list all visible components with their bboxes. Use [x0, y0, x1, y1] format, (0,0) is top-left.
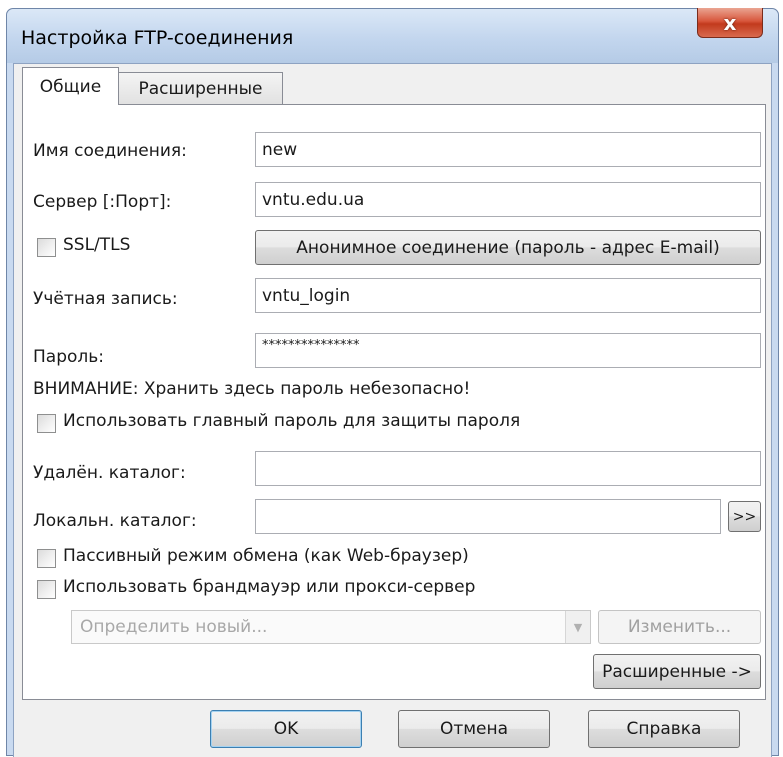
ssl-checkbox[interactable] — [37, 238, 56, 257]
password-input[interactable]: *************** — [255, 333, 761, 368]
server-input[interactable]: vntu.edu.ua — [255, 182, 761, 217]
close-icon: x — [723, 10, 737, 35]
dialog-body: Общие Расширенные Имя соединения: new Се… — [13, 63, 772, 757]
window-title: Настройка FTP-соединения — [21, 27, 294, 49]
proxy-select-value: Определить новый... — [80, 617, 268, 637]
account-label: Учётная запись: — [33, 289, 178, 309]
ftp-settings-dialog: Настройка FTP-соединения x Общие Расшире… — [6, 8, 779, 757]
local-dir-input[interactable] — [255, 499, 721, 534]
local-dir-label: Локальн. каталог: — [33, 511, 197, 531]
tab-general[interactable]: Общие — [22, 67, 119, 105]
chevron-down-icon[interactable]: ▼ — [565, 611, 590, 643]
anonymous-connection-button[interactable]: Анонимное соединение (пароль - адрес E-m… — [255, 230, 761, 265]
passive-mode-checkbox[interactable] — [37, 549, 56, 568]
password-label: Пароль: — [33, 347, 105, 367]
master-password-label: Использовать главный пароль для защиты п… — [63, 411, 521, 431]
general-tab-panel: Имя соединения: new Сервер [:Порт]: vntu… — [22, 104, 766, 700]
firewall-checkbox[interactable] — [37, 580, 56, 599]
help-button[interactable]: Справка — [588, 710, 740, 748]
ok-button[interactable]: OK — [210, 710, 362, 748]
connection-name-label: Имя соединения: — [33, 141, 187, 161]
passive-mode-label: Пассивный режим обмена (как Web-браузер) — [63, 546, 469, 566]
firewall-label: Использовать брандмауэр или прокси-серве… — [63, 577, 476, 597]
server-label: Сервер [:Порт]: — [33, 192, 172, 212]
master-password-checkbox[interactable] — [37, 414, 56, 433]
tab-advanced[interactable]: Расширенные — [118, 72, 283, 105]
proxy-select[interactable]: Определить новый... ▼ — [71, 610, 591, 644]
account-input[interactable]: vntu_login — [255, 278, 761, 313]
password-warning: ВНИМАНИЕ: Хранить здесь пароль небезопас… — [33, 379, 471, 399]
remote-dir-label: Удалён. каталог: — [33, 463, 186, 483]
cancel-button[interactable]: Отмена — [398, 710, 550, 748]
remote-dir-input[interactable] — [255, 451, 761, 486]
title-bar: Настройка FTP-соединения x — [7, 8, 778, 63]
browse-local-dir-button[interactable]: >> — [728, 501, 761, 532]
close-button[interactable]: x — [697, 8, 763, 38]
ssl-label: SSL/TLS — [63, 235, 131, 255]
advanced-button[interactable]: Расширенные -> — [593, 654, 761, 689]
change-proxy-button[interactable]: Изменить... — [598, 610, 761, 644]
connection-name-input[interactable]: new — [255, 132, 761, 167]
